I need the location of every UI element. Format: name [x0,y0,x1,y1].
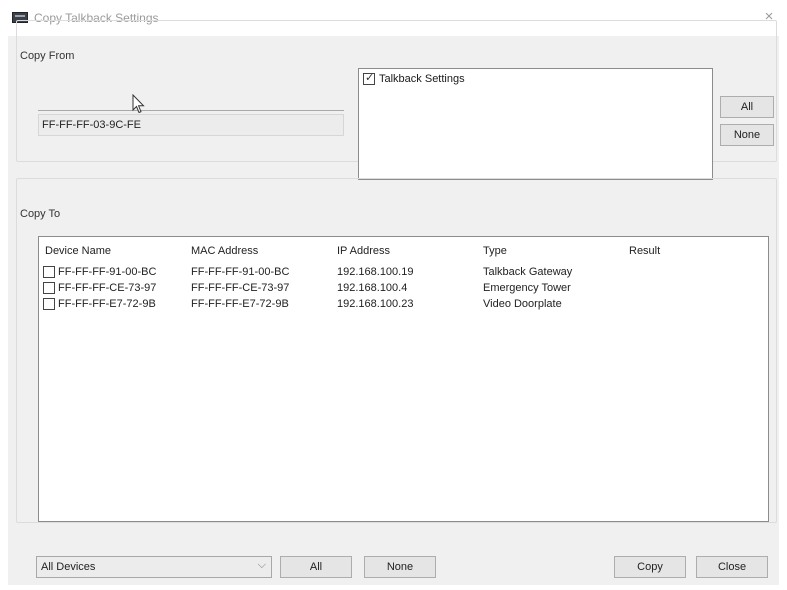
source-divider [38,110,344,111]
column-header-device-name[interactable]: Device Name [45,245,111,257]
column-header-type[interactable]: Type [483,245,507,257]
device-type: Emergency Tower [483,282,571,294]
talkback-settings-label: Talkback Settings [379,73,465,85]
copy-from-label: Copy From [20,50,75,62]
column-header-mac-address[interactable]: MAC Address [191,245,258,257]
select-all-settings-button[interactable]: All [720,96,774,118]
source-device-field[interactable]: FF-FF-FF-03-9C-FE [38,114,344,136]
device-list[interactable]: Device Name MAC Address IP Address Type … [38,236,769,522]
mac-address: FF-FF-FF-91-00-BC [191,266,290,278]
device-name: FF-FF-FF-91-00-BC [58,266,157,278]
settings-list[interactable]: Talkback Settings [358,68,713,180]
device-name-cell: FF-FF-FF-E7-72-9B [43,298,156,310]
device-filter-select[interactable]: All Devices ⌵ [36,556,272,578]
mouse-cursor-icon [132,94,145,114]
device-filter-value: All Devices [41,561,96,573]
select-all-devices-button[interactable]: All [280,556,352,578]
column-header-ip-address[interactable]: IP Address [337,245,390,257]
row-checkbox[interactable] [43,282,55,294]
row-checkbox[interactable] [43,266,55,278]
device-name: FF-FF-FF-CE-73-97 [58,282,157,294]
device-name-cell: FF-FF-FF-91-00-BC [43,266,156,278]
column-header-result[interactable]: Result [629,245,660,257]
chevron-down-icon[interactable]: ⌵ [258,559,266,572]
device-type: Video Doorplate [483,298,562,310]
mac-address: FF-FF-FF-CE-73-97 [191,282,290,294]
close-button[interactable]: Close [696,556,768,578]
copy-to-label: Copy To [20,208,61,220]
talkback-settings-checkbox[interactable] [363,71,375,85]
select-none-settings-button[interactable]: None [720,124,774,146]
mac-address: FF-FF-FF-E7-72-9B [191,298,289,310]
table-row[interactable]: FF-FF-FF-E7-72-9B FF-FF-FF-E7-72-9B 192.… [39,298,768,314]
ip-address: 192.168.100.4 [337,282,408,294]
device-name: FF-FF-FF-E7-72-9B [58,298,156,310]
copy-button[interactable]: Copy [614,556,686,578]
device-name-cell: FF-FF-FF-CE-73-97 [43,282,156,294]
row-checkbox[interactable] [43,298,55,310]
table-row[interactable]: FF-FF-FF-91-00-BC FF-FF-FF-91-00-BC 192.… [39,266,768,282]
device-type: Talkback Gateway [483,266,573,278]
ip-address: 192.168.100.19 [337,266,414,278]
table-row[interactable]: FF-FF-FF-CE-73-97 FF-FF-FF-CE-73-97 192.… [39,282,768,298]
ip-address: 192.168.100.23 [337,298,414,310]
select-none-devices-button[interactable]: None [364,556,436,578]
settings-item-talkback[interactable]: Talkback Settings [363,71,465,85]
